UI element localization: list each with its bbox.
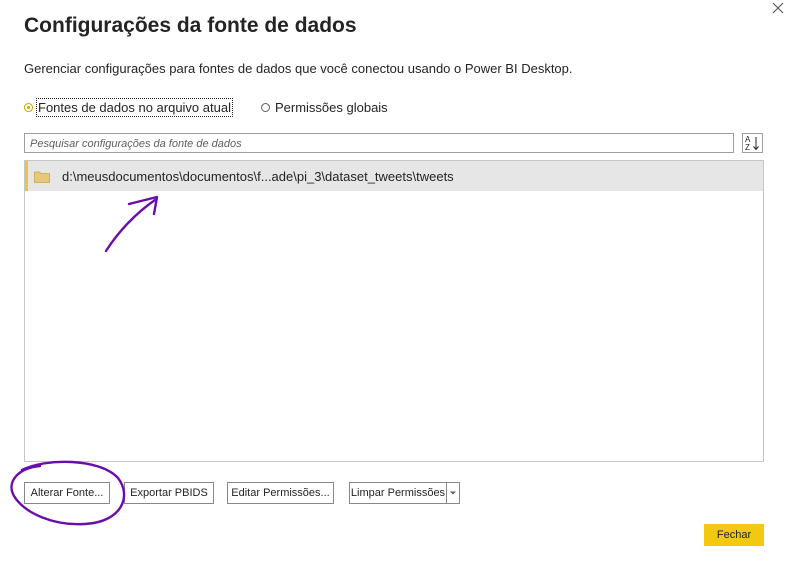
clear-permissions-split-button: Limpar Permissões [349, 482, 460, 504]
search-box [24, 133, 734, 153]
change-source-button[interactable]: Alterar Fonte... [24, 482, 110, 504]
export-pbids-button[interactable]: Exportar PBIDS [124, 482, 214, 504]
radio-current-file[interactable]: Fontes de dados no arquivo atual [24, 97, 233, 117]
chevron-down-icon[interactable] [446, 482, 460, 504]
dialog-title: Configurações da fonte de dados [24, 14, 357, 37]
sort-button[interactable]: A Z [742, 133, 763, 153]
close-button[interactable]: Fechar [704, 524, 764, 546]
search-input[interactable] [25, 135, 733, 153]
list-item[interactable]: d:\meusdocumentos\documentos\f...ade\pi_… [25, 161, 763, 191]
svg-text:Z: Z [745, 143, 750, 152]
clear-permissions-button[interactable]: Limpar Permissões [349, 482, 446, 504]
close-icon[interactable] [768, 0, 790, 20]
radio-label: Permissões globais [274, 99, 388, 115]
data-source-path: d:\meusdocumentos\documentos\f...ade\pi_… [62, 168, 454, 184]
radio-unchecked-icon [260, 102, 270, 112]
sort-az-icon: A Z [745, 135, 759, 152]
radio-checked-icon [24, 102, 33, 112]
edit-permissions-button[interactable]: Editar Permissões... [227, 482, 334, 504]
radio-global-permissions[interactable]: Permissões globais [260, 99, 388, 115]
radio-label: Fontes de dados no arquivo atual [36, 97, 233, 117]
data-source-list: d:\meusdocumentos\documentos\f...ade\pi_… [24, 160, 764, 462]
scope-radio-group: Fontes de dados no arquivo atual Permiss… [24, 97, 388, 117]
dialog-description: Gerenciar configurações para fontes de d… [24, 61, 573, 76]
folder-icon [34, 170, 50, 183]
